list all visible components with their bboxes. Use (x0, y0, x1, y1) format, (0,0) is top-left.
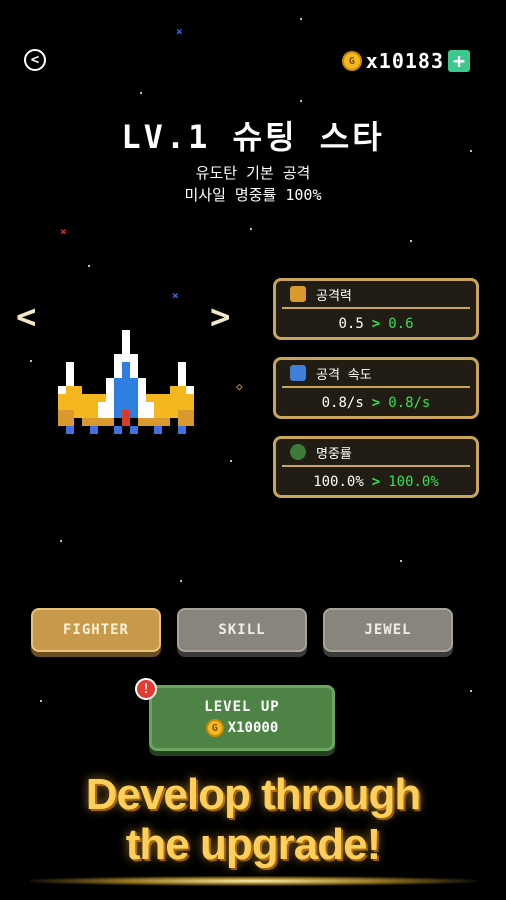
chevron-right-icon: > (371, 395, 381, 411)
level-up-cost: G X10000 (205, 719, 279, 737)
stat-next: 0.8/s (388, 395, 431, 411)
chevron-right-icon: > (371, 474, 381, 490)
stat-panel-accuracy: 명중률 100.0% > 100.0% (273, 436, 479, 498)
ship-desc-line: 미사일 명중률 100% (184, 186, 322, 204)
coin-count: x10183 (365, 49, 444, 73)
stat-next: 100.0% (388, 474, 439, 490)
tab-jewel[interactable]: JEWEL (323, 608, 453, 652)
coin-icon: G (205, 719, 224, 737)
level-up-label: LEVEL UP (204, 699, 280, 715)
star (88, 265, 90, 267)
star-x-icon: × (60, 225, 67, 238)
stat-current: 100.0% (313, 474, 364, 490)
promo-caption: Develop through the upgrade! (0, 770, 506, 870)
star (250, 228, 252, 230)
star (140, 92, 142, 94)
level-up-button[interactable]: LEVEL UP G X10000 (149, 685, 335, 751)
tab-fighter[interactable]: FIGHTER (31, 608, 161, 652)
stat-current: 0.5 (338, 316, 364, 332)
promo-line: the upgrade! (125, 820, 381, 869)
attack-power-icon (290, 286, 306, 302)
alert-badge-icon: ! (135, 678, 157, 700)
star (470, 690, 472, 692)
attack-speed-icon (290, 365, 306, 381)
star (400, 560, 402, 562)
ship-description: 유도탄 기본 공격 미사일 명중률 100% (0, 162, 506, 206)
star-x-icon: × (172, 289, 179, 302)
stat-label: 명중률 (316, 446, 352, 462)
star (410, 240, 412, 242)
stat-next: 0.6 (388, 316, 414, 332)
star (40, 700, 42, 702)
add-coins-button[interactable]: + (448, 50, 470, 72)
coin-icon: G (341, 51, 362, 71)
accuracy-icon (290, 444, 306, 460)
prev-ship-button[interactable]: < (16, 300, 36, 334)
back-arrow-icon: < (30, 52, 40, 68)
stat-label: 공격 속도 (316, 367, 372, 383)
promo-glow (30, 876, 476, 886)
back-button[interactable]: < (24, 49, 46, 71)
stat-current: 0.8/s (321, 395, 364, 411)
ship-title: LV.1 슈팅 스타 (121, 118, 385, 156)
tab-skill[interactable]: SKILL (177, 608, 307, 652)
star (60, 540, 62, 542)
star-sparkle-icon: ◇ (236, 380, 243, 393)
star-x-icon: × (176, 25, 183, 38)
ship-desc-line: 유도탄 기본 공격 (195, 164, 311, 182)
fighter-ship-sprite (58, 330, 194, 434)
stat-panel-attack: 공격력 0.5 > 0.6 (273, 278, 479, 340)
chevron-right-icon: > (371, 316, 381, 332)
star (230, 460, 232, 462)
star (180, 580, 182, 582)
promo-line: Develop through (85, 770, 422, 819)
stat-label: 공격력 (316, 288, 352, 304)
star (30, 360, 32, 362)
star (300, 100, 302, 102)
star (300, 18, 302, 20)
level-up-cost-value: X10000 (227, 720, 279, 736)
stat-panel-speed: 공격 속도 0.8/s > 0.8/s (273, 357, 479, 419)
next-ship-button[interactable]: > (210, 300, 230, 334)
coin-balance: G x10183 + (341, 49, 470, 73)
